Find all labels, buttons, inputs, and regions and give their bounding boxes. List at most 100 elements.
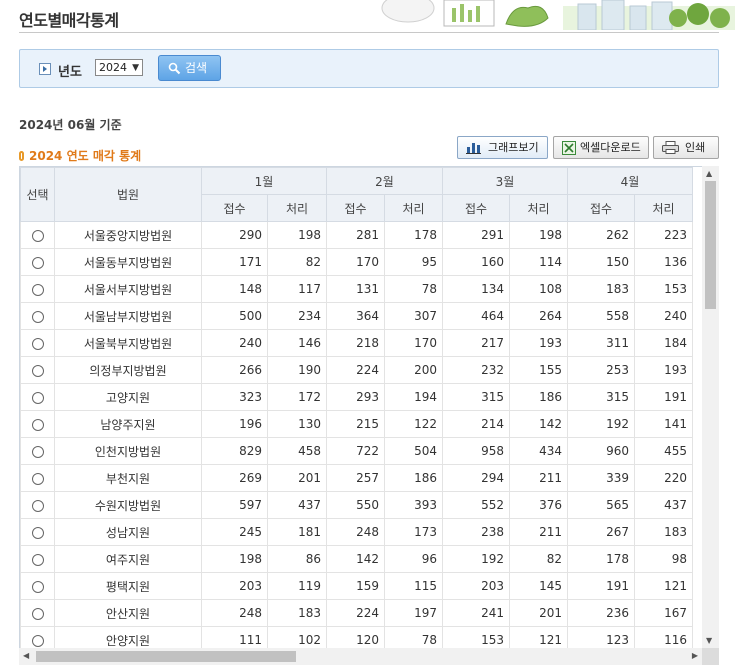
row-radio[interactable] (31, 364, 44, 377)
row-select-cell (20, 302, 55, 330)
column-header-process: 처리 (267, 194, 327, 222)
receipt-count: 160 (442, 248, 510, 276)
receipt-count: 267 (567, 518, 635, 546)
process-count: 201 (267, 464, 327, 492)
process-count: 190 (267, 356, 327, 384)
excel-download-label: 엑셀다운로드 (580, 141, 641, 154)
printer-icon (662, 141, 679, 154)
court-name: 서울중앙지방법원 (54, 221, 202, 249)
receipt-count: 558 (567, 302, 635, 330)
process-count: 82 (267, 248, 327, 276)
row-select-cell (20, 518, 55, 546)
process-count: 78 (384, 275, 443, 303)
row-radio[interactable] (31, 553, 44, 566)
year-select-value: 2024 (99, 61, 127, 74)
process-count: 198 (267, 221, 327, 249)
column-header-month: 4월 (567, 167, 693, 195)
table-row: 여주지원 198 86 142 96 192 82 178 98 (20, 545, 693, 573)
process-count: 96 (384, 545, 443, 573)
row-radio[interactable] (31, 499, 44, 512)
process-count: 181 (267, 518, 327, 546)
excel-download-button[interactable]: 엑셀다운로드 (553, 136, 649, 159)
receipt-count: 290 (201, 221, 268, 249)
row-radio[interactable] (31, 229, 44, 242)
row-radio[interactable] (31, 337, 44, 350)
process-count: 183 (267, 599, 327, 627)
receipt-count: 240 (201, 329, 268, 357)
receipt-count: 597 (201, 491, 268, 519)
row-radio[interactable] (31, 418, 44, 431)
process-count: 437 (267, 491, 327, 519)
table-row: 수원지방법원 597 437 550 393 552 376 565 437 (20, 491, 693, 519)
horizontal-scroll-thumb[interactable] (36, 651, 296, 662)
vertical-scroll-thumb[interactable] (705, 181, 716, 309)
horizontal-scrollbar[interactable]: ◀ ▶ (19, 648, 702, 665)
process-count: 198 (509, 221, 568, 249)
row-radio[interactable] (31, 472, 44, 485)
court-name: 여주지원 (54, 545, 202, 573)
receipt-count: 248 (201, 599, 268, 627)
row-select-cell (20, 248, 55, 276)
process-count: 86 (267, 545, 327, 573)
column-header-process: 처리 (384, 194, 443, 222)
receipt-count: 500 (201, 302, 268, 330)
row-radio[interactable] (31, 256, 44, 269)
row-radio[interactable] (31, 634, 44, 647)
process-count: 117 (267, 275, 327, 303)
process-count: 178 (384, 221, 443, 249)
receipt-count: 192 (442, 545, 510, 573)
receipt-count: 191 (567, 572, 635, 600)
process-count: 200 (384, 356, 443, 384)
receipt-count: 281 (326, 221, 385, 249)
receipt-count: 294 (442, 464, 510, 492)
print-label: 인쇄 (685, 141, 706, 154)
receipt-count: 323 (201, 383, 268, 411)
receipt-count: 315 (442, 383, 510, 411)
excel-icon (562, 141, 576, 155)
year-label: 년도 (58, 65, 82, 80)
process-count: 146 (267, 329, 327, 357)
scroll-left-icon[interactable]: ◀ (23, 651, 29, 660)
process-count: 121 (634, 572, 693, 600)
court-name: 의정부지방법원 (54, 356, 202, 384)
column-header-month: 2월 (326, 167, 443, 195)
print-button[interactable]: 인쇄 (653, 136, 719, 159)
search-button[interactable]: 검색 (158, 55, 221, 81)
row-radio[interactable] (31, 526, 44, 539)
row-radio[interactable] (31, 580, 44, 593)
row-select-cell (20, 437, 55, 465)
row-radio[interactable] (31, 607, 44, 620)
table-row: 서울남부지방법원 500 234 364 307 464 264 558 240 (20, 302, 693, 330)
receipt-count: 148 (201, 275, 268, 303)
process-count: 183 (634, 518, 693, 546)
process-count: 95 (384, 248, 443, 276)
column-header-receipt: 접수 (442, 194, 510, 222)
receipt-count: 142 (326, 545, 385, 573)
process-count: 264 (509, 302, 568, 330)
year-select[interactable]: 2024 ▼ (95, 59, 143, 76)
receipt-count: 552 (442, 491, 510, 519)
table-row: 서울북부지방법원 240 146 218 170 217 193 311 184 (20, 329, 693, 357)
header-illustration (381, 0, 735, 30)
court-name: 인천지방법원 (54, 437, 202, 465)
receipt-count: 958 (442, 437, 510, 465)
search-icon (168, 62, 181, 75)
process-count: 220 (634, 464, 693, 492)
scrollbar-corner (702, 648, 719, 665)
row-radio[interactable] (31, 283, 44, 296)
row-radio[interactable] (31, 391, 44, 404)
scroll-up-icon[interactable]: ▲ (706, 169, 712, 178)
scroll-right-icon[interactable]: ▶ (692, 651, 698, 660)
receipt-count: 829 (201, 437, 268, 465)
row-select-cell (20, 275, 55, 303)
row-radio[interactable] (31, 445, 44, 458)
row-select-cell (20, 410, 55, 438)
row-radio[interactable] (31, 310, 44, 323)
vertical-scrollbar[interactable]: ▲ ▼ (702, 166, 719, 648)
column-header-month: 3월 (442, 167, 568, 195)
receipt-count: 464 (442, 302, 510, 330)
graph-view-button[interactable]: 그래프보기 (457, 136, 548, 159)
scroll-down-icon[interactable]: ▼ (706, 636, 712, 645)
receipt-count: 960 (567, 437, 635, 465)
receipt-count: 236 (567, 599, 635, 627)
